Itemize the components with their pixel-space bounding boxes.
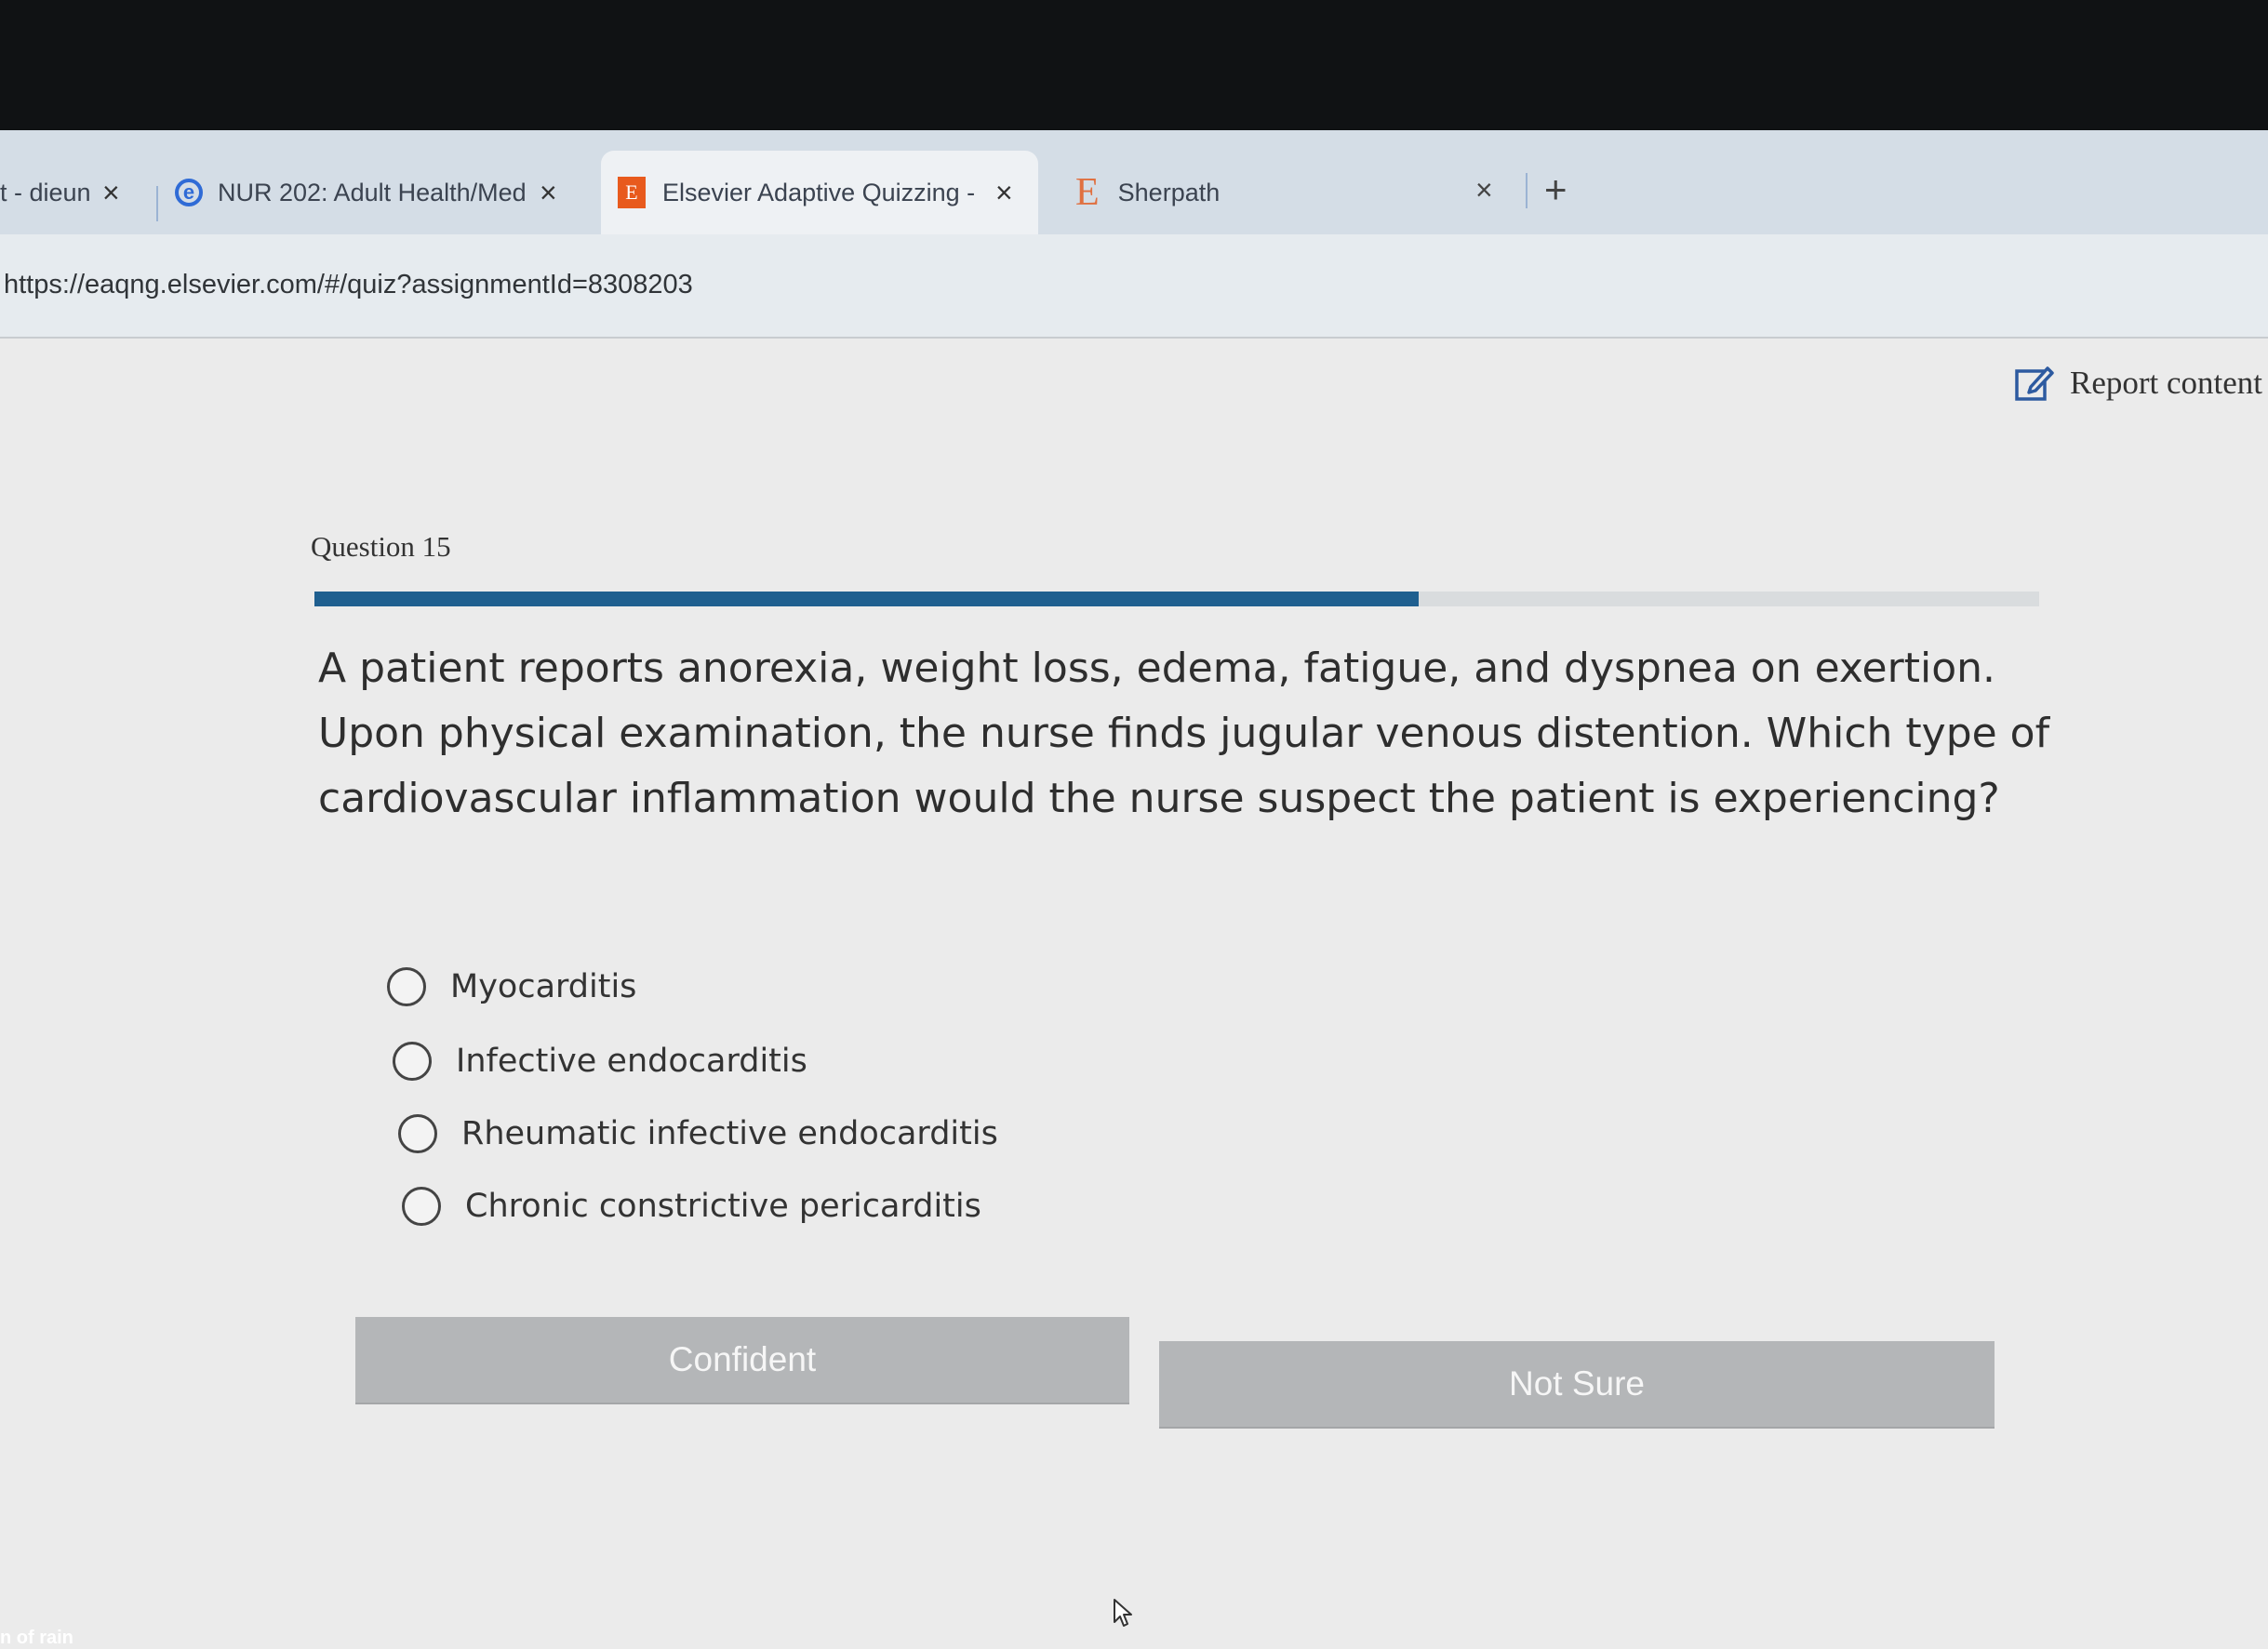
- progress-bar: [314, 592, 2039, 606]
- tab-strip: t - dieuna × e NUR 202: Adult Health/Med…: [0, 130, 2268, 234]
- tab-close-icon[interactable]: ×: [102, 176, 120, 210]
- tab-close-icon[interactable]: ×: [540, 176, 557, 210]
- monitor-screen: t - dieuna × e NUR 202: Adult Health/Med…: [0, 130, 2268, 1649]
- taskbar-weather-text: n of rain: [0, 1628, 73, 1648]
- tab-sherpath[interactable]: E Sherpath: [1075, 151, 1466, 234]
- answer-option-label: Rheumatic infective endocarditis: [461, 1115, 998, 1152]
- quiz-page: Report content Question 15 A patient rep…: [0, 339, 2268, 1649]
- elsevier-e-icon: E: [618, 177, 646, 208]
- url-text[interactable]: https://eaqng.elsevier.com/#/quiz?assign…: [4, 270, 693, 300]
- report-content-link[interactable]: Report content: [2014, 363, 2262, 404]
- tab-dieuna[interactable]: t - dieuna ×: [0, 151, 140, 234]
- confident-button[interactable]: Confident: [355, 1317, 1129, 1403]
- answer-option[interactable]: Myocarditis: [387, 967, 636, 1006]
- answer-option[interactable]: Chronic constrictive pericarditis: [402, 1187, 981, 1226]
- new-tab-plus-icon[interactable]: +: [1544, 167, 1568, 212]
- tab-close-icon[interactable]: ×: [995, 176, 1013, 210]
- answer-option-label: Infective endocarditis: [456, 1043, 807, 1080]
- tab-label: Sherpath: [1117, 178, 1221, 206]
- tab-separator: [156, 186, 158, 221]
- tab-label: Elsevier Adaptive Quizzing - Qu: [662, 178, 982, 206]
- answer-option-label: Myocarditis: [450, 968, 637, 1005]
- radio-button[interactable]: [398, 1114, 437, 1153]
- report-content-label: Report content: [2069, 365, 2262, 401]
- tab-label: NUR 202: Adult Health/Med Su: [218, 178, 527, 206]
- tab-label: t - dieuna: [0, 178, 89, 206]
- progress-fill: [314, 592, 1419, 606]
- edit-pencil-icon: [2015, 366, 2054, 401]
- radio-button[interactable]: [393, 1042, 432, 1081]
- tab-separator: [1526, 173, 1528, 208]
- not-sure-button[interactable]: Not Sure: [1159, 1341, 1995, 1427]
- elsevier-e-serif-icon: E: [1075, 171, 1100, 214]
- answer-option[interactable]: Rheumatic infective endocarditis: [398, 1114, 998, 1153]
- edge-ie-icon: e: [175, 179, 203, 206]
- answer-option[interactable]: Infective endocarditis: [393, 1042, 807, 1081]
- tab-nur202[interactable]: e NUR 202: Adult Health/Med Su ×: [175, 151, 575, 234]
- tab-elsevier-adaptive-quizzing[interactable]: E Elsevier Adaptive Quizzing - Qu ×: [601, 151, 1038, 234]
- question-text: A patient reports anorexia, weight loss,…: [318, 645, 2050, 822]
- mouse-pointer-icon: [1114, 1599, 1132, 1627]
- answer-option-label: Chronic constrictive pericarditis: [465, 1188, 981, 1225]
- question-number: Question 15: [311, 530, 451, 563]
- close-icon[interactable]: ×: [1475, 173, 1493, 207]
- radio-button[interactable]: [402, 1187, 441, 1226]
- address-bar[interactable]: https://eaqng.elsevier.com/#/quiz?assign…: [0, 234, 2268, 339]
- radio-button[interactable]: [387, 967, 426, 1006]
